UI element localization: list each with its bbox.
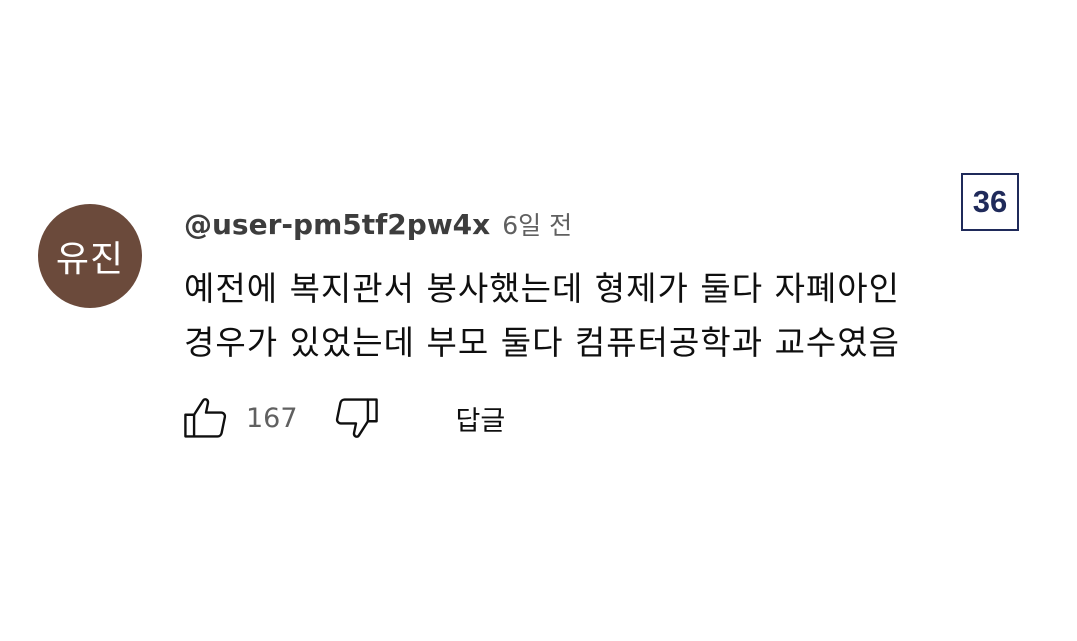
comment-timestamp[interactable]: 6일 전 — [502, 206, 572, 242]
comment-author[interactable]: @user-pm5tf2pw4x — [184, 208, 490, 241]
avatar[interactable]: 유진 — [38, 204, 142, 308]
reply-button[interactable]: 답글 — [456, 399, 506, 438]
like-button[interactable] — [178, 390, 234, 446]
thumbs-up-icon — [184, 398, 227, 438]
comment-header: @user-pm5tf2pw4x 6일 전 — [184, 206, 572, 242]
comment-text-line: 예전에 복지관서 봉사했는데 형제가 둘다 자폐아인 — [184, 269, 901, 308]
comment-text-line: 경우가 있었는데 부모 둘다 컴퓨터공학과 교수였음 — [184, 323, 901, 362]
comment-actions: 167 답글 — [178, 390, 505, 446]
comment-thread: 유진 @user-pm5tf2pw4x 6일 전 예전에 복지관서 봉사했는데 … — [38, 200, 1038, 460]
dislike-button[interactable] — [328, 390, 384, 446]
comment-text: 예전에 복지관서 봉사했는데 형제가 둘다 자폐아인 경우가 있었는데 부모 둘… — [184, 262, 1024, 370]
thumbs-down-icon — [335, 398, 378, 438]
like-count: 167 — [246, 402, 298, 434]
